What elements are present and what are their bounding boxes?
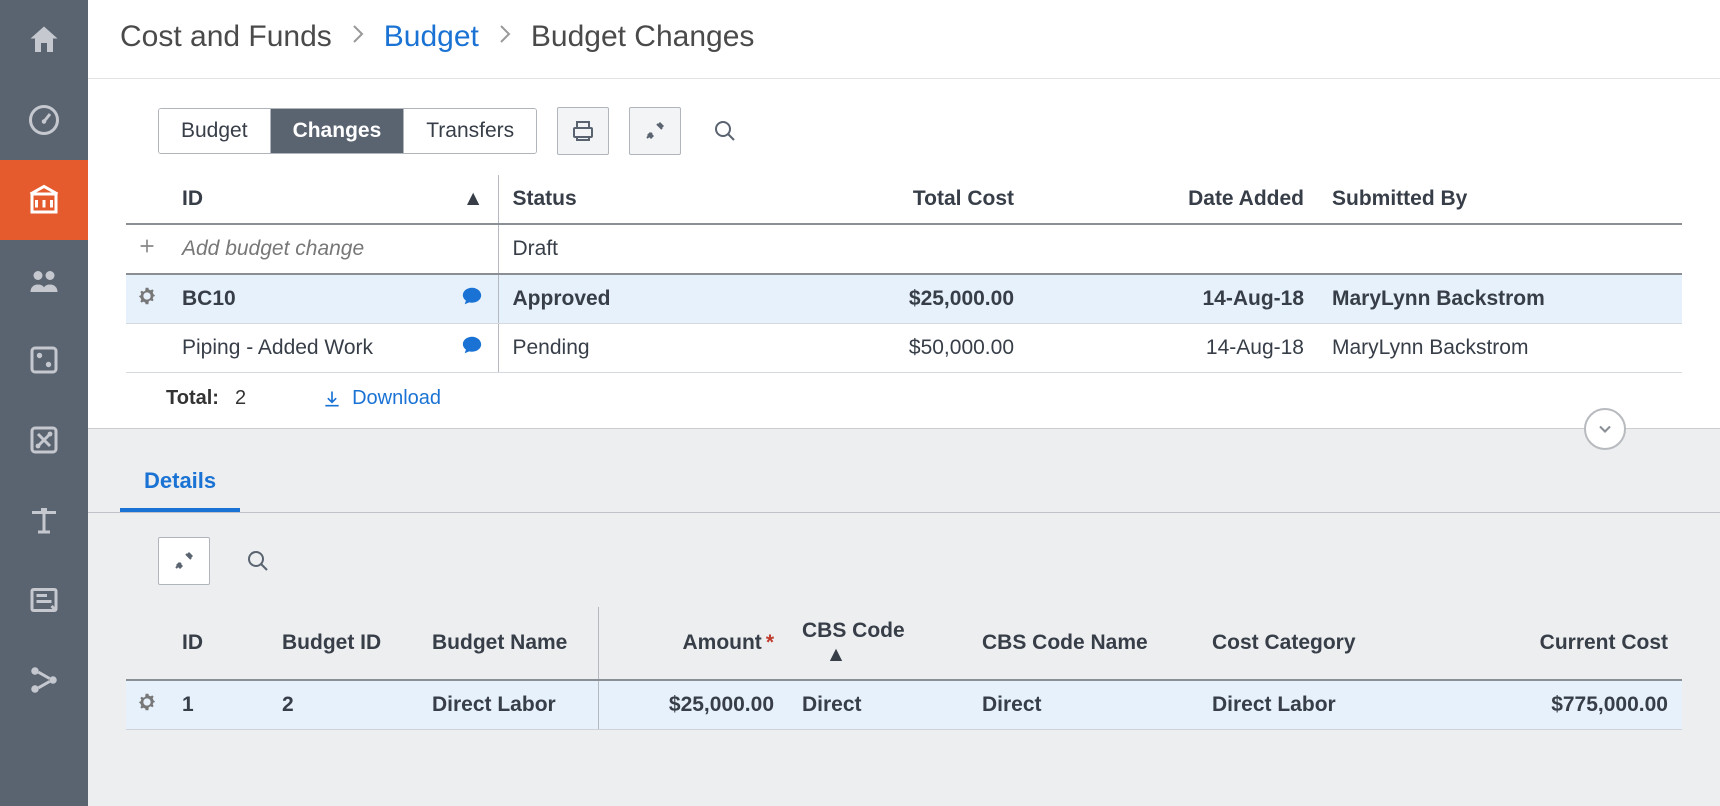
breadcrumb-sep-icon xyxy=(350,22,366,53)
sidebar-item-workflow[interactable] xyxy=(0,640,88,720)
row-id: BC10 xyxy=(182,287,236,311)
row-status: Approved xyxy=(498,274,758,324)
sidebar xyxy=(0,0,88,806)
col-header-budget-id[interactable]: Budget ID xyxy=(268,607,418,680)
col-header-date-added[interactable]: Date Added xyxy=(1028,175,1318,224)
print-button[interactable] xyxy=(557,107,609,155)
details-tabs: Details xyxy=(88,430,1720,513)
col-header-total-cost[interactable]: Total Cost xyxy=(758,175,1028,224)
col-header-cbs-code-name[interactable]: CBS Code Name xyxy=(968,607,1198,680)
table-row[interactable]: BC10 Approved $25,000.00 14-Aug-18 MaryL… xyxy=(126,274,1682,324)
details-table: ID Budget ID Budget Name Amount* CBS Cod… xyxy=(126,607,1682,790)
breadcrumb: Cost and Funds Budget Budget Changes xyxy=(88,0,1720,78)
table-row[interactable]: Piping - Added Work Pending $50,000.00 1… xyxy=(126,324,1682,373)
total-count: 2 xyxy=(235,387,246,410)
row-total-cost: $50,000.00 xyxy=(758,324,1028,373)
col-header-budget-name[interactable]: Budget Name xyxy=(418,607,598,680)
add-row-status: Draft xyxy=(498,224,758,274)
sort-asc-icon: ▲ xyxy=(814,643,846,667)
add-row-plus-icon[interactable] xyxy=(126,224,168,274)
details-cost-category: Direct Labor xyxy=(1198,680,1418,730)
details-budget-id: 2 xyxy=(268,680,418,730)
col-header-id[interactable]: ID ▲ xyxy=(168,175,498,224)
col-header-cost-category[interactable]: Cost Category xyxy=(1198,607,1418,680)
sidebar-item-resources[interactable] xyxy=(0,240,88,320)
row-submitted-by: MaryLynn Backstrom xyxy=(1318,324,1682,373)
col-header-id[interactable]: ID xyxy=(168,607,268,680)
details-cbs-code: Direct xyxy=(788,680,968,730)
sidebar-item-dashboard[interactable] xyxy=(0,80,88,160)
required-asterisk-icon: * xyxy=(766,631,774,654)
row-status: Pending xyxy=(498,324,758,373)
details-current-cost: $775,000.00 xyxy=(1418,680,1682,730)
comment-icon[interactable] xyxy=(460,285,484,313)
details-table-wrap: ID Budget ID Budget Name Amount* CBS Cod… xyxy=(88,607,1720,790)
details-budget-name: Direct Labor xyxy=(418,680,598,730)
download-label: Download xyxy=(352,387,441,410)
main-content: Cost and Funds Budget Budget Changes Bud… xyxy=(88,0,1720,806)
row-date-added: 14-Aug-18 xyxy=(1028,324,1318,373)
col-header-status[interactable]: Status xyxy=(498,175,758,224)
table-add-row[interactable]: Add budget change Draft xyxy=(126,224,1682,274)
row-gear-icon[interactable] xyxy=(126,274,168,324)
tab-budget[interactable]: Budget xyxy=(159,109,271,153)
details-toolbar xyxy=(88,513,1720,607)
total-label: Total: xyxy=(166,387,219,410)
row-id: Piping - Added Work xyxy=(182,336,373,360)
col-header-current-cost[interactable]: Current Cost xyxy=(1418,607,1682,680)
col-header-submitted-by[interactable]: Submitted By xyxy=(1318,175,1682,224)
details-amount: $25,000.00 xyxy=(598,680,788,730)
page-toolbar: Budget Changes Transfers xyxy=(88,79,1720,175)
view-tabs: Budget Changes Transfers xyxy=(158,108,537,154)
details-search-icon[interactable] xyxy=(246,549,270,573)
search-icon[interactable] xyxy=(713,119,737,143)
sidebar-item-cost-funds[interactable] xyxy=(0,160,88,240)
col-header-amount[interactable]: Amount* xyxy=(598,607,788,680)
cbs-code-label: CBS Code xyxy=(802,619,905,642)
row-date-added: 14-Aug-18 xyxy=(1028,274,1318,324)
tab-transfers[interactable]: Transfers xyxy=(404,109,536,153)
breadcrumb-sep-icon xyxy=(497,22,513,53)
collapse-panel-button[interactable] xyxy=(1584,408,1626,450)
breadcrumb-leaf: Budget Changes xyxy=(531,20,755,54)
tab-details[interactable]: Details xyxy=(120,458,240,512)
details-table-row-empty xyxy=(126,730,1682,790)
add-row-placeholder[interactable]: Add budget change xyxy=(168,224,498,274)
sort-asc-icon: ▲ xyxy=(463,187,484,211)
sidebar-item-home[interactable] xyxy=(0,0,88,80)
details-settings-button[interactable] xyxy=(158,537,210,585)
row-submitted-by: MaryLynn Backstrom xyxy=(1318,274,1682,324)
budget-changes-table-wrap: ID ▲ Status Total Cost Date Added Submit… xyxy=(88,175,1720,373)
settings-button[interactable] xyxy=(629,107,681,155)
details-id: 1 xyxy=(168,680,268,730)
comment-icon[interactable] xyxy=(460,334,484,362)
row-gear-icon[interactable] xyxy=(126,680,168,730)
row-total-cost: $25,000.00 xyxy=(758,274,1028,324)
breadcrumb-root[interactable]: Cost and Funds xyxy=(120,20,332,54)
details-cbs-code-name: Direct xyxy=(968,680,1198,730)
budget-changes-table: ID ▲ Status Total Cost Date Added Submit… xyxy=(126,175,1682,373)
table-footer: Total: 2 Download xyxy=(88,373,1720,428)
col-header-id-label: ID xyxy=(182,187,203,210)
amount-label: Amount xyxy=(682,631,761,654)
sidebar-item-documents[interactable] xyxy=(0,560,88,640)
details-section: Details xyxy=(88,428,1720,806)
download-link[interactable]: Download xyxy=(322,387,441,410)
sidebar-item-risk[interactable] xyxy=(0,320,88,400)
breadcrumb-budget-link[interactable]: Budget xyxy=(384,20,479,54)
details-table-row[interactable]: 1 2 Direct Labor $25,000.00 Direct Direc… xyxy=(126,680,1682,730)
sidebar-item-schedule[interactable] xyxy=(0,480,88,560)
sidebar-item-scope[interactable] xyxy=(0,400,88,480)
col-header-cbs-code[interactable]: CBS Code ▲ xyxy=(788,607,968,680)
tab-changes[interactable]: Changes xyxy=(271,109,405,153)
